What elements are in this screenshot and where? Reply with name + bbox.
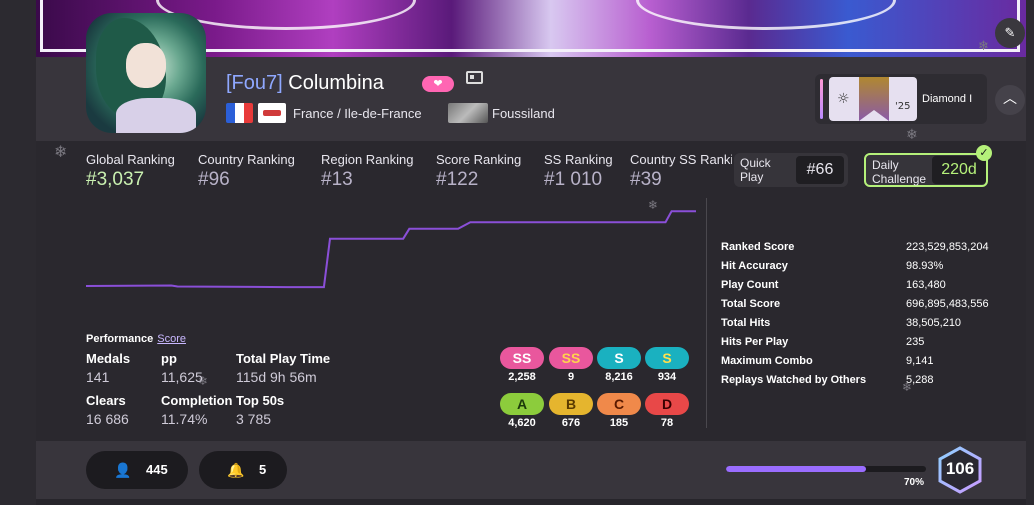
stat-value: 235 <box>906 336 925 348</box>
score-link[interactable]: Score <box>157 333 186 345</box>
stat-label: Hits Per Play <box>721 336 789 348</box>
snowflake-icon: ❄ <box>978 39 989 54</box>
stat-row: Play Count 163,480 <box>721 279 996 298</box>
season-rank-badge[interactable]: ☼ '25 Diamond I <box>815 74 987 124</box>
stat-row: Hit Accuracy 98.93% <box>721 260 996 279</box>
team-flag-icon[interactable] <box>448 103 488 123</box>
user-icon: 👤 <box>114 462 132 478</box>
country-flag-icon[interactable] <box>226 103 253 123</box>
stat-row: Total Score 696,895,483,556 <box>721 298 996 317</box>
stat-value: 5,288 <box>906 374 934 386</box>
stat-label: Total Score <box>721 298 781 310</box>
location-link[interactable]: France / Ile-de-France <box>293 106 422 121</box>
avatar[interactable] <box>86 13 206 133</box>
grade-s-badge: S <box>597 347 641 369</box>
grade-count: 185 <box>609 417 629 429</box>
grade-s-badge: S <box>645 347 689 369</box>
stat-value: 98.93% <box>906 260 944 272</box>
global-ranking: Global Ranking #3,037 <box>86 152 175 190</box>
stat-label: Maximum Combo <box>721 355 813 367</box>
grade-d-badge: D <box>645 393 689 415</box>
level-value: 106 <box>945 459 975 478</box>
stats-divider <box>706 198 707 428</box>
collapse-button[interactable]: ︿ <box>995 85 1025 115</box>
stat-value: 38,505,210 <box>906 317 962 329</box>
grade-a-badge: A <box>500 393 544 415</box>
grade-count: 78 <box>660 417 674 429</box>
stat-row: Maximum Combo 9,141 <box>721 355 996 374</box>
chevron-up-icon: ︿ <box>1003 91 1017 107</box>
followers-button[interactable]: 👤 445 <box>86 451 188 489</box>
score-ranking: Score Ranking #122 <box>436 152 522 190</box>
rank-history-line <box>86 210 696 289</box>
left-margin <box>0 0 36 505</box>
username: [Fou7] Columbina <box>226 72 384 95</box>
stat-label: Total Hits <box>721 317 771 329</box>
quick-play-rank[interactable]: Quick Play #66 <box>734 153 848 187</box>
grade-count: 8,216 <box>605 371 633 383</box>
grade-count: 4,620 <box>508 417 536 429</box>
grade-ss-badge: SS <box>500 347 544 369</box>
team-tag[interactable]: [Fou7] <box>226 72 283 94</box>
stat-value: 9,141 <box>906 355 934 367</box>
country-ss-ranking: Country SS Ranking #39 <box>630 152 732 190</box>
region-flag-icon[interactable] <box>258 103 286 123</box>
stat-row: Hits Per Play 235 <box>721 336 996 355</box>
right-margin <box>1026 0 1034 505</box>
stat-label: Replays Watched by Others <box>721 374 867 386</box>
completion-stat: Completion 11.74% <box>161 393 233 427</box>
grade-count: 9 <box>567 371 575 383</box>
stat-value: 163,480 <box>906 279 946 291</box>
top50-stat: Top 50s 3 785 <box>236 393 285 427</box>
edit-cover-button[interactable]: ✎ <box>995 18 1025 48</box>
snowflake-icon: ❄ <box>54 142 68 161</box>
team-link[interactable]: Foussiland <box>492 106 555 121</box>
level-progress-bar <box>726 466 926 472</box>
region-ranking: Region Ranking #13 <box>321 152 414 190</box>
stat-label: Ranked Score <box>721 241 795 253</box>
stat-row: Total Hits 38,505,210 <box>721 317 996 336</box>
play-time-stat: Total Play Time 115d 9h 56m <box>236 351 331 385</box>
stat-value: 696,895,483,556 <box>906 298 989 310</box>
country-ranking: Country Ranking #96 <box>198 152 295 190</box>
performance-heading: Performance Score <box>86 333 187 345</box>
stats-list: Ranked Score 223,529,853,204 Hit Accuracy 9… <box>721 241 996 393</box>
grade-count: 934 <box>657 371 677 383</box>
medals-stat[interactable]: Medals 141 <box>86 351 130 385</box>
stat-label: Hit Accuracy <box>721 260 788 272</box>
grade-c-badge: C <box>597 393 641 415</box>
snowflake-icon: ❄ <box>906 127 918 143</box>
sun-icon: ☼ <box>837 91 850 107</box>
level-progress-label: 70% <box>904 477 925 488</box>
bell-icon: 🔔 <box>227 462 245 478</box>
season-badge-icon: ☼ '25 <box>829 77 917 121</box>
stat-row: Ranked Score 223,529,853,204 <box>721 241 996 260</box>
daily-challenge-streak[interactable]: Daily Challenge 220d <box>864 153 988 187</box>
id-card-icon[interactable] <box>466 71 483 84</box>
stat-label: Play Count <box>721 279 779 291</box>
mapping-subscribers-button[interactable]: 🔔 5 <box>199 451 287 489</box>
pp-stat: pp 11,625 <box>161 351 203 385</box>
stat-value: 223,529,853,204 <box>906 241 989 253</box>
ss-ranking: SS Ranking #1 010 <box>544 152 613 190</box>
heart-icon[interactable]: ❤ <box>422 76 454 92</box>
username-text: Columbina <box>288 72 384 94</box>
grade-b-badge: B <box>549 393 593 415</box>
season-rank-label: Diamond I <box>922 93 973 105</box>
grade-count: 676 <box>561 417 581 429</box>
grade-count: 2,258 <box>508 371 536 383</box>
stat-row: Replays Watched by Others 5,288 <box>721 374 996 393</box>
pencil-icon: ✎ <box>1004 25 1016 41</box>
clears-stat: Clears 16 686 <box>86 393 129 427</box>
rank-history-graph[interactable] <box>86 198 696 308</box>
check-icon: ✓ <box>976 145 992 161</box>
grade-ss-badge: SS <box>549 347 593 369</box>
